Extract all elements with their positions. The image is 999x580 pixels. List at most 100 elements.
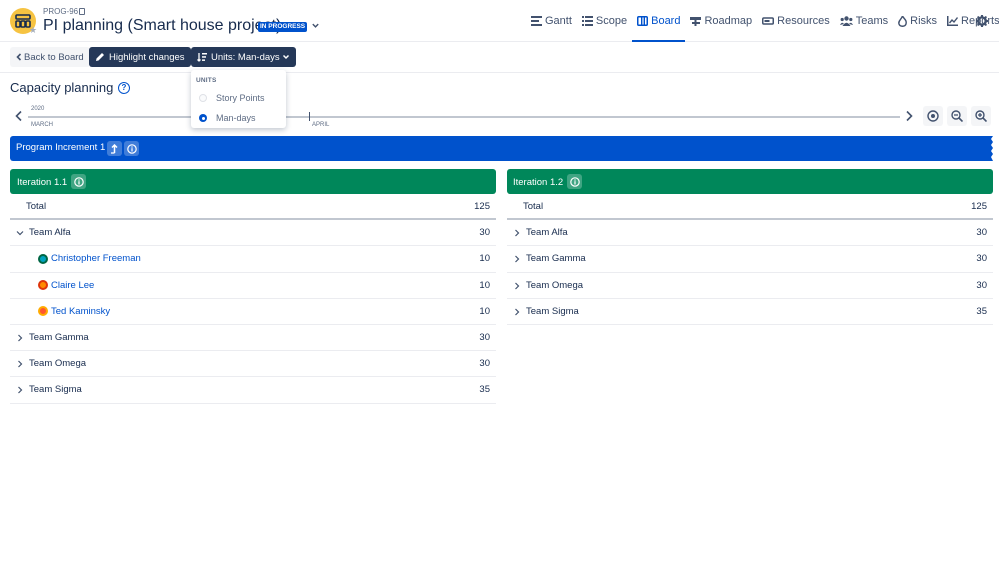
nav-label: Gantt	[545, 15, 572, 27]
nav-risks[interactable]: Risks	[893, 0, 942, 42]
iteration-capacity-table: Total 125 Team Alfa 30 Team Gamma 30 Tea…	[507, 194, 993, 325]
table-row-total: Total 125	[10, 194, 496, 221]
gear-icon[interactable]	[976, 15, 988, 27]
avatar	[38, 280, 48, 291]
units-menu-header: UNITS	[196, 77, 217, 84]
units-dropdown-button[interactable]: Units: Man-days	[191, 47, 296, 67]
units-option-man-days[interactable]: Man-days	[199, 111, 256, 125]
team-value: 30	[479, 227, 490, 239]
team-name: Team Alfa	[29, 227, 71, 239]
program-increment-edge	[988, 136, 993, 161]
table-row[interactable]: Team Omega 30	[10, 351, 496, 378]
nav-label: Roadmap	[704, 15, 753, 27]
table-row[interactable]: Team Alfa 30	[507, 220, 993, 247]
iteration-info-button[interactable]	[567, 174, 582, 189]
chevron-right-icon[interactable]	[16, 386, 24, 394]
copy-icon[interactable]	[79, 8, 86, 15]
chevron-right-icon[interactable]	[513, 229, 521, 237]
iteration-label: Iteration 1.2	[513, 177, 564, 188]
chevron-right-icon[interactable]	[16, 334, 24, 342]
timeline-prev-icon[interactable]	[14, 110, 24, 122]
avatar	[38, 253, 48, 264]
zoom-out-button[interactable]	[947, 106, 967, 126]
iteration-capacity-table: Total 125 Team Alfa 30 Christopher Freem…	[10, 194, 496, 404]
target-icon	[927, 110, 939, 122]
timeline-month: MARCH	[31, 122, 53, 128]
member-name-link[interactable]: Christopher Freeman	[51, 253, 141, 264]
table-row[interactable]: Team Alfa 30	[10, 220, 496, 247]
team-name: Team Alfa	[526, 227, 568, 239]
member-name-link[interactable]: Ted Kaminsky	[51, 306, 110, 317]
focus-today-button[interactable]	[923, 106, 943, 126]
chevron-right-icon[interactable]	[16, 360, 24, 368]
program-increment-bar[interactable]	[10, 136, 991, 161]
member-value: 10	[479, 305, 490, 317]
help-icon[interactable]: ?	[118, 82, 130, 94]
chevron-right-icon[interactable]	[513, 255, 521, 263]
units-label: Units: Man-days	[211, 51, 280, 63]
team-value: 30	[976, 253, 987, 265]
table-row[interactable]: Christopher Freeman 10	[10, 246, 496, 273]
status-badge: IN PROGRESS	[258, 22, 308, 32]
expand-up-button[interactable]	[107, 141, 122, 156]
chevron-down-icon[interactable]	[16, 229, 24, 237]
nav-teams[interactable]: Teams	[835, 0, 893, 42]
main-nav: Gantt Scope Board Roadmap Resources Team…	[526, 0, 999, 42]
back-to-board-button[interactable]: Back to Board	[10, 47, 90, 67]
total-value: 125	[971, 200, 987, 212]
team-name: Team Gamma	[29, 332, 89, 344]
nav-board[interactable]: Board	[632, 0, 686, 42]
arrow-up-icon	[111, 143, 118, 154]
chevron-right-icon[interactable]	[513, 282, 521, 290]
nav-scope[interactable]: Scope	[577, 0, 632, 42]
table-row[interactable]: Team Omega 30	[507, 273, 993, 299]
board-icon	[637, 16, 649, 26]
zoom-in-button[interactable]	[971, 106, 991, 126]
iteration-info-button[interactable]	[71, 174, 86, 189]
highlight-label: Highlight changes	[109, 51, 185, 63]
pencil-icon	[96, 53, 104, 61]
nav-label: Teams	[855, 15, 889, 27]
nav-label: Board	[651, 15, 681, 27]
iteration-label: Iteration 1.1	[17, 177, 68, 188]
chevron-left-icon	[16, 53, 22, 61]
chevron-down-icon	[282, 54, 289, 60]
star-icon[interactable]: ★	[29, 26, 37, 35]
zoom-out-icon	[951, 110, 963, 122]
roadmap-icon	[690, 17, 702, 26]
list-icon	[581, 16, 593, 26]
nav-resources[interactable]: Resources	[757, 0, 835, 42]
table-row[interactable]: Team Sigma 35	[507, 299, 993, 325]
zoom-in-icon	[975, 110, 987, 122]
sort-icon	[197, 53, 207, 62]
highlight-changes-button[interactable]: Highlight changes	[89, 47, 191, 67]
nav-gantt[interactable]: Gantt	[526, 0, 577, 42]
nav-label: Scope	[595, 15, 628, 27]
table-row[interactable]: Team Gamma 30	[507, 246, 993, 273]
chevron-down-icon[interactable]	[311, 21, 320, 30]
chevron-right-icon[interactable]	[513, 308, 521, 316]
nav-reports[interactable]: Reports	[942, 0, 999, 42]
nav-label: Risks	[910, 15, 938, 27]
table-row[interactable]: Team Sigma 35	[10, 377, 496, 404]
timeline-year: 2020	[31, 106, 45, 112]
units-option-story-points[interactable]: Story Points	[199, 91, 265, 105]
table-row-total: Total 125	[507, 194, 993, 221]
total-label: Total	[523, 200, 544, 212]
member-value: 10	[479, 279, 490, 291]
info-icon	[569, 176, 580, 187]
page-title: PI planning (Smart house project)	[43, 17, 282, 34]
member-name-link[interactable]: Claire Lee	[51, 280, 94, 291]
table-row[interactable]: Ted Kaminsky 10	[10, 299, 496, 325]
timeline-next-icon[interactable]	[904, 110, 914, 122]
nav-roadmap[interactable]: Roadmap	[685, 0, 757, 42]
timeline-today-marker	[309, 112, 310, 121]
option-label: Man-days	[216, 113, 256, 123]
table-row[interactable]: Claire Lee 10	[10, 273, 496, 299]
pi-info-button[interactable]	[124, 141, 139, 156]
back-label: Back to Board	[24, 51, 84, 63]
timeline-track[interactable]	[28, 116, 900, 118]
table-row[interactable]: Team Gamma 30	[10, 325, 496, 352]
info-icon	[126, 143, 137, 154]
resources-icon	[762, 17, 775, 25]
